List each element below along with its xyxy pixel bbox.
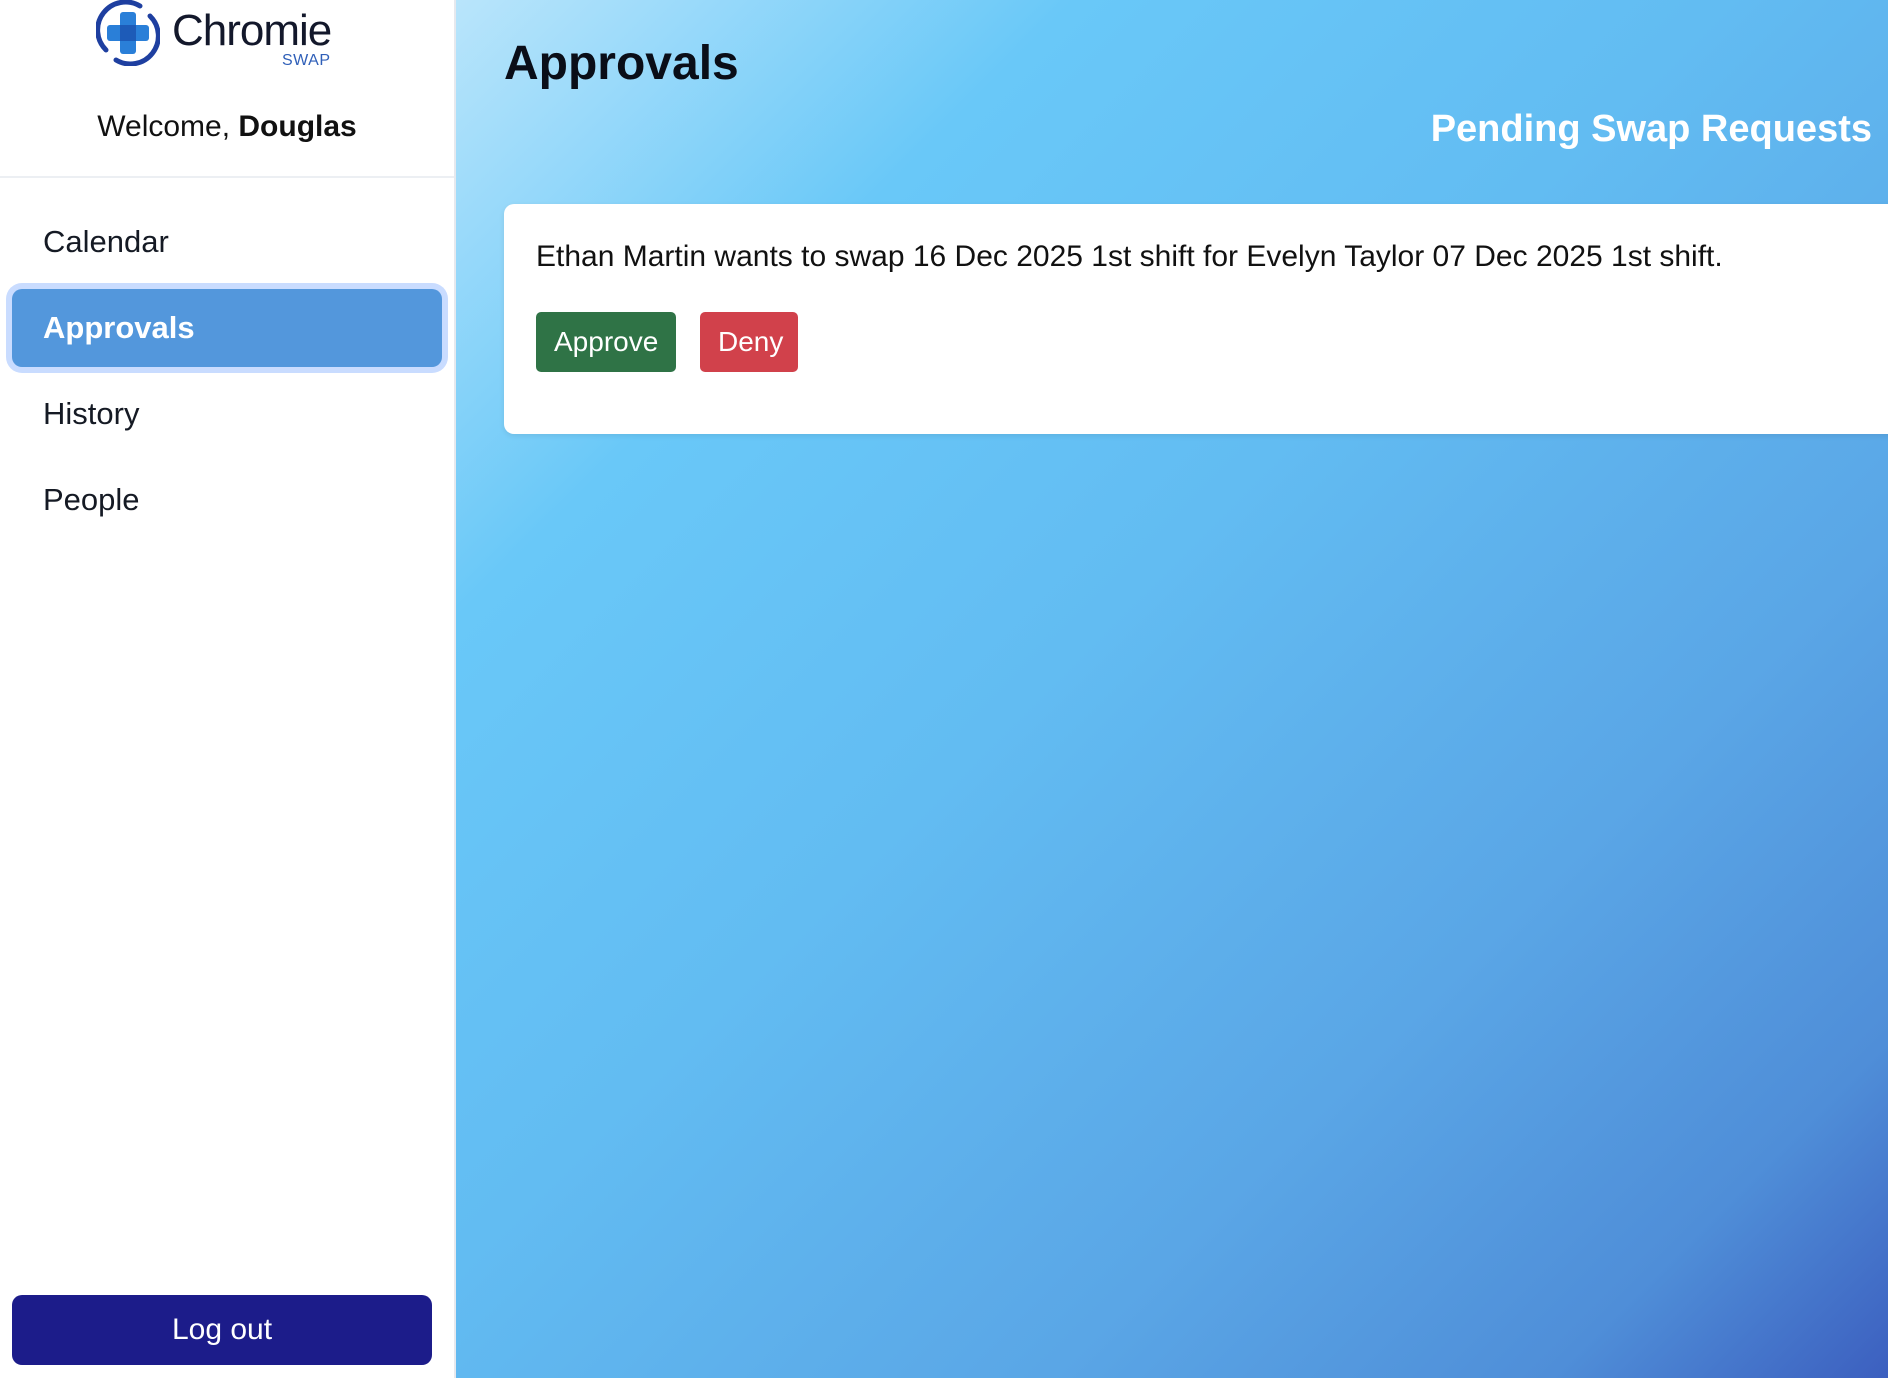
app: Chromie SWAP Welcome, Douglas Calendar A… [0, 0, 1888, 1378]
sidebar-item-label: History [43, 396, 140, 431]
sidebar-item-label: Calendar [43, 224, 169, 259]
deny-button[interactable]: Deny [700, 312, 798, 372]
page-title: Approvals [504, 37, 739, 90]
sidebar-item-calendar[interactable]: Calendar [12, 203, 442, 281]
swap-request-text: Ethan Martin wants to swap 16 Dec 2025 1… [536, 240, 1723, 273]
sidebar-item-approvals[interactable]: Approvals [12, 289, 442, 367]
sidebar: Chromie SWAP Welcome, Douglas Calendar A… [0, 0, 456, 1378]
sidebar-item-history[interactable]: History [12, 375, 442, 453]
swap-request-card: Ethan Martin wants to swap 16 Dec 2025 1… [504, 204, 1888, 434]
sidebar-item-label: Approvals [43, 310, 195, 345]
brand-name: Chromie [172, 6, 332, 55]
brand-header: Chromie SWAP Welcome, Douglas [0, 0, 454, 178]
logo[interactable]: Chromie SWAP [92, 0, 352, 80]
chromie-logo-icon [96, 0, 160, 66]
brand-subtitle: SWAP [282, 52, 331, 69]
sidebar-nav: Calendar Approvals History People [0, 195, 454, 547]
approve-button[interactable]: Approve [536, 312, 676, 372]
section-title: Pending Swap Requests [1430, 108, 1872, 150]
main-content: Approvals Pending Swap Requests Ethan Ma… [456, 0, 1888, 1378]
sidebar-item-people[interactable]: People [12, 461, 442, 539]
user-name: Douglas [238, 110, 357, 143]
welcome-prefix: Welcome, [97, 110, 239, 143]
welcome-message: Welcome, Douglas [0, 110, 454, 144]
sidebar-item-label: People [43, 482, 140, 517]
logout-button[interactable]: Log out [12, 1295, 432, 1365]
